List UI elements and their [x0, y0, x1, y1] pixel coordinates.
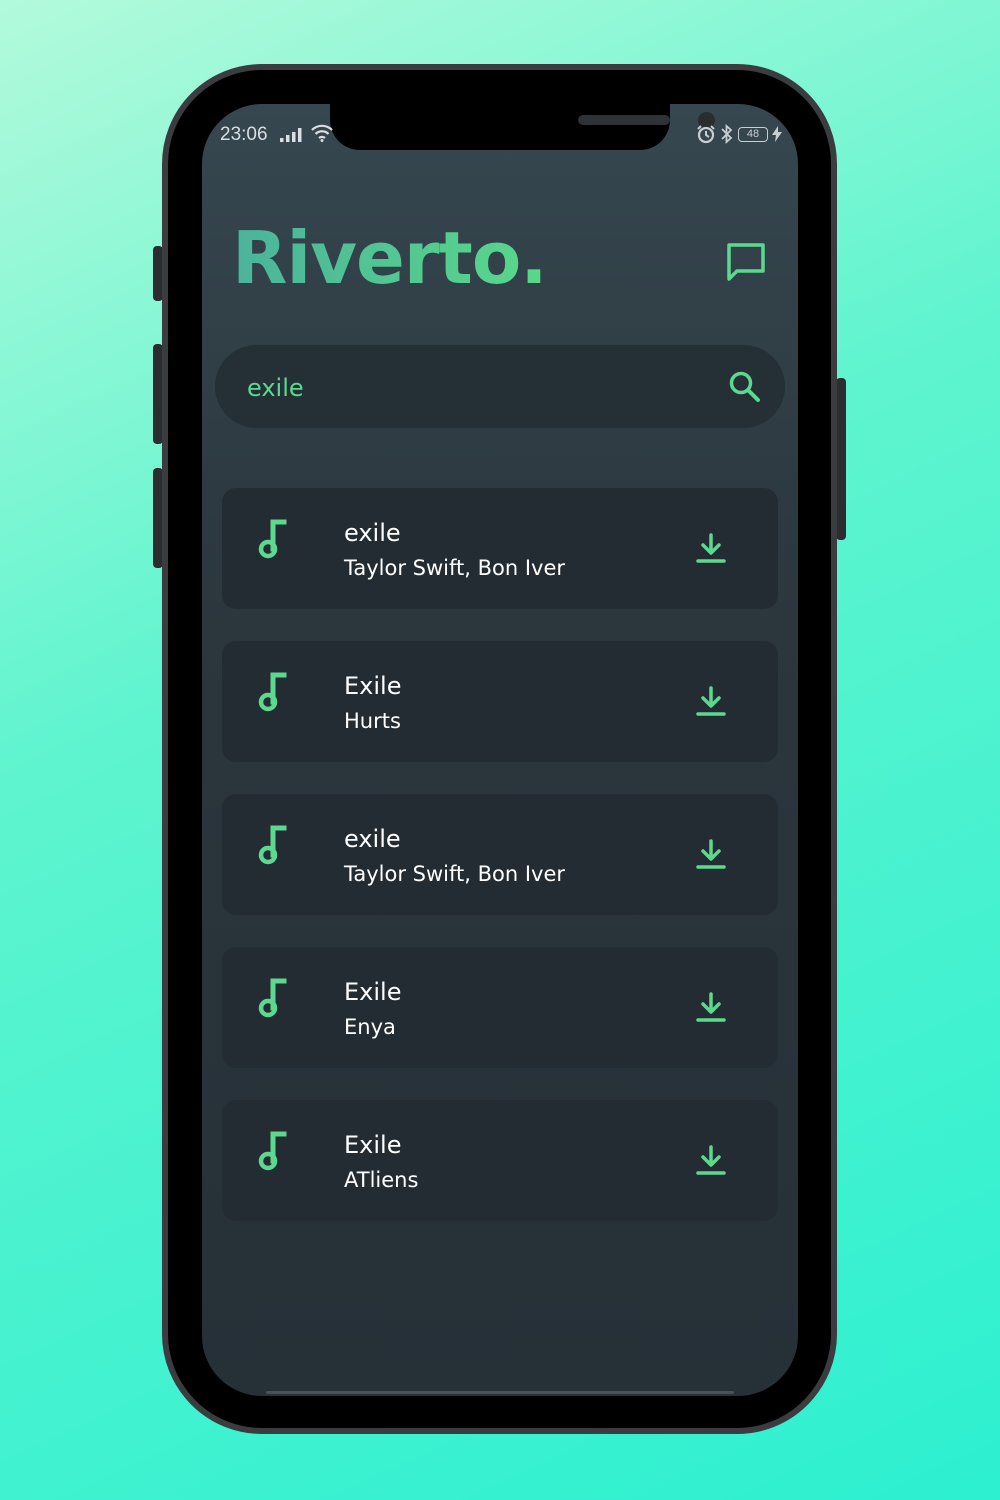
song-title: Exile: [344, 672, 402, 700]
battery-level: 48: [746, 127, 760, 140]
app-screen: 23:06 48 Riverto. exile exile Taylor Swi…: [202, 104, 798, 1396]
song-artist: Taylor Swift, Bon Iver: [344, 862, 566, 886]
charging-icon: [772, 126, 782, 142]
download-icon[interactable]: [694, 532, 728, 566]
search-input[interactable]: [245, 345, 689, 430]
home-indicator[interactable]: [266, 1391, 734, 1394]
status-right-icons: 48: [696, 124, 782, 144]
signal-icon: [280, 128, 302, 142]
search-icon[interactable]: [727, 369, 763, 405]
song-title: Exile: [344, 978, 402, 1006]
song-item[interactable]: Exile ATliens: [222, 1100, 778, 1221]
song-title: exile: [344, 825, 401, 853]
download-icon[interactable]: [694, 991, 728, 1025]
wifi-icon: [311, 124, 333, 142]
search-results-list: exile Taylor Swift, Bon Iver Exile Hurts: [222, 488, 778, 1253]
download-icon[interactable]: [694, 685, 728, 719]
song-item[interactable]: Exile Enya: [222, 947, 778, 1068]
search-bar: [215, 345, 785, 430]
chat-bubble-icon[interactable]: [724, 240, 768, 284]
music-note-icon: [258, 519, 287, 559]
music-note-icon: [258, 825, 287, 865]
song-artist: Hurts: [344, 709, 401, 733]
alarm-icon: [697, 125, 715, 144]
music-note-icon: [258, 1131, 287, 1171]
music-note-icon: [258, 672, 287, 712]
bluetooth-icon: [721, 124, 733, 144]
battery-icon: 48: [738, 126, 768, 142]
song-title: exile: [344, 519, 401, 547]
phone-power-button: [836, 378, 846, 540]
status-time: 23:06: [220, 124, 268, 145]
song-artist: ATliens: [344, 1168, 419, 1192]
song-artist: Taylor Swift, Bon Iver: [344, 556, 566, 580]
app-title: Riverto.: [232, 216, 548, 300]
download-icon[interactable]: [694, 838, 728, 872]
song-item[interactable]: exile Taylor Swift, Bon Iver: [222, 794, 778, 915]
download-icon[interactable]: [694, 1144, 728, 1178]
song-item[interactable]: Exile Hurts: [222, 641, 778, 762]
music-note-icon: [258, 978, 287, 1018]
song-item[interactable]: exile Taylor Swift, Bon Iver: [222, 488, 778, 609]
speaker-grille: [578, 115, 670, 125]
notch: [330, 104, 715, 150]
status-left-icons: [280, 124, 334, 142]
song-title: Exile: [344, 1131, 402, 1159]
song-artist: Enya: [344, 1015, 396, 1039]
